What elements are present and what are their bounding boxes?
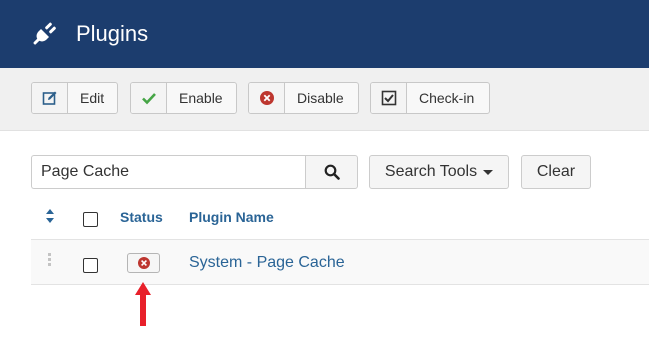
page-header: Plugins bbox=[0, 0, 649, 68]
edit-icon bbox=[32, 83, 68, 113]
disable-button[interactable]: Disable bbox=[248, 82, 359, 114]
drag-handle-icon[interactable] bbox=[47, 253, 53, 269]
status-column-header[interactable]: Status bbox=[120, 209, 163, 225]
edit-label: Edit bbox=[68, 83, 117, 113]
enable-label: Enable bbox=[167, 83, 235, 113]
disabled-status-icon bbox=[137, 257, 150, 269]
checkbox-checked-icon bbox=[371, 83, 407, 113]
page-title: Plugins bbox=[76, 21, 149, 46]
search-tools-label: Search Tools bbox=[384, 163, 478, 180]
search-tools-button[interactable]: Search Tools bbox=[369, 155, 509, 189]
plugin-name-column-header[interactable]: Plugin Name bbox=[189, 209, 274, 225]
search-icon bbox=[324, 164, 340, 180]
clear-button[interactable]: Clear bbox=[521, 155, 591, 189]
check-icon bbox=[131, 83, 167, 113]
plug-icon bbox=[33, 22, 56, 45]
plugin-name-link[interactable]: System - Page Cache bbox=[189, 254, 345, 272]
times-circle-icon bbox=[249, 83, 285, 113]
row-checkbox[interactable] bbox=[83, 258, 98, 273]
edit-button[interactable]: Edit bbox=[31, 82, 118, 114]
table-divider bbox=[31, 284, 649, 285]
status-toggle-button[interactable] bbox=[127, 253, 160, 273]
toolbar: Edit Enable Disable Check-in bbox=[0, 68, 649, 131]
select-all-checkbox[interactable] bbox=[83, 212, 98, 227]
disable-label: Disable bbox=[285, 83, 356, 113]
caret-down-icon bbox=[483, 169, 494, 175]
sort-icon[interactable] bbox=[45, 209, 55, 223]
enable-button[interactable]: Enable bbox=[130, 82, 237, 114]
search-input[interactable] bbox=[31, 155, 306, 189]
annotation-arrow-icon bbox=[135, 282, 151, 326]
search-button[interactable] bbox=[305, 155, 358, 189]
clear-label: Clear bbox=[536, 163, 576, 180]
check-in-label: Check-in bbox=[407, 83, 487, 113]
check-in-button[interactable]: Check-in bbox=[370, 82, 490, 114]
